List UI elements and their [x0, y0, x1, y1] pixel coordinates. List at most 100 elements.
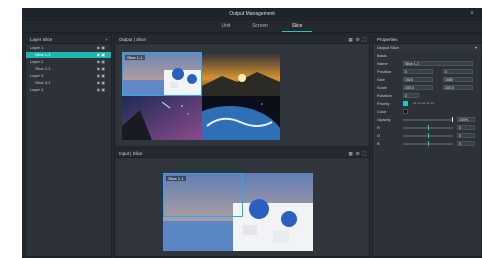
earth-image[interactable]	[202, 96, 280, 140]
position-row: Position 0 0	[373, 68, 481, 75]
output-slice-panel: Output | Slice ▦ ⚙ ⛶ Slice 1-1	[114, 34, 370, 147]
layer-label: Layer 2	[30, 59, 44, 64]
r-slider-knob[interactable]	[428, 125, 429, 130]
b-slider-knob[interactable]	[428, 141, 429, 146]
position-y-field[interactable]: 0	[443, 69, 473, 74]
layer-item[interactable]: Layer 1 ◉ ▣	[26, 45, 111, 51]
eye-icon[interactable]: ◉ ▣	[97, 80, 105, 86]
name-row: Name Slice 1-1	[373, 60, 481, 67]
opacity-row: Opacity 100%	[373, 116, 481, 123]
eye-icon[interactable]: ◉ ▣	[97, 59, 105, 65]
settings-icon[interactable]: ⚙	[356, 151, 360, 156]
opacity-slider-knob[interactable]	[452, 117, 453, 122]
slice-item[interactable]: Slice 2-1 ◉ ▣	[26, 66, 111, 72]
eye-icon[interactable]: ◉ ▣	[97, 66, 105, 72]
close-icon[interactable]: ×	[469, 11, 475, 17]
output-canvas[interactable]: Slice 1-1	[116, 44, 368, 146]
properties-title: Properties	[377, 36, 398, 42]
g-row: G 0	[373, 132, 481, 139]
color-row: Color	[373, 108, 481, 115]
scale-b-field[interactable]: 100.0	[443, 85, 473, 90]
slice-item-selected[interactable]: Slice 1-1 ◉ ▣	[26, 52, 111, 58]
output-panel-tools: ▦ ⚙ ⛶	[346, 37, 366, 43]
b-label: B	[377, 141, 380, 146]
layer-panel-header: Layer Slice +	[26, 35, 111, 44]
night-sky-image[interactable]	[122, 96, 202, 140]
scale-a-field[interactable]: 100.0	[403, 85, 433, 90]
properties-panel: Properties Output Slice ▾ Basic Name Sli…	[372, 34, 482, 257]
b-field[interactable]: 0	[457, 141, 475, 146]
tab-screen[interactable]: Screen	[249, 23, 271, 31]
position-label: Position	[377, 69, 392, 74]
eye-icon[interactable]: ◉ ▣	[97, 45, 105, 51]
eye-icon[interactable]: ◉ ▣	[97, 52, 105, 58]
input-panel-title: Input | Slice	[119, 150, 143, 156]
layer-label: Layer 1	[30, 45, 44, 50]
output-slice-section[interactable]: Output Slice ▾	[373, 44, 481, 51]
name-label: Name	[377, 61, 388, 66]
layer-item[interactable]: Layer 2 ◉ ▣	[26, 59, 111, 65]
opacity-field[interactable]: 100%	[457, 117, 475, 122]
opacity-label: Opacity	[377, 117, 391, 122]
b-row: B 0	[373, 140, 481, 147]
color-swatch[interactable]	[403, 109, 408, 114]
grid-icon[interactable]: ▦	[349, 37, 353, 42]
section-label: Output Slice	[377, 45, 399, 50]
add-icon[interactable]: +	[105, 37, 108, 42]
layer-panel-title: Layer Slice	[30, 36, 53, 42]
r-row: R 0	[373, 124, 481, 131]
properties-header: Properties	[373, 35, 481, 44]
layer-item[interactable]: Layer 4 ◉ ▣	[26, 87, 111, 93]
slice-tag: Slice 1-1	[125, 55, 145, 60]
slice-label: Slice 2-1	[35, 66, 51, 71]
input-panel-header: Input | Slice ▦ ⚙ ⛶	[115, 149, 369, 158]
output-panel-header: Output | Slice ▦ ⚙ ⛶	[115, 35, 369, 44]
r-field[interactable]: 0	[457, 125, 475, 130]
priority-toggle[interactable]	[403, 101, 408, 106]
output-management-window: Output Management × Unit Screen Slice La…	[22, 8, 482, 258]
window-title: Output Management	[229, 11, 275, 17]
layer-label: Layer 4	[30, 87, 44, 92]
r-label: R	[377, 125, 380, 130]
slice-label: Slice 3-1	[35, 80, 51, 85]
grid-icon[interactable]: ▦	[349, 151, 353, 156]
color-label: Color	[377, 109, 387, 114]
input-selection-outline[interactable]: Slice 1-1	[163, 173, 243, 217]
priority-options[interactable]: ▭ ▭ ▭ ▭ ▭	[413, 100, 434, 107]
rotation-field[interactable]: 0	[403, 93, 419, 98]
size-w-field[interactable]: 1920	[403, 77, 433, 82]
name-field[interactable]: Slice 1-1	[403, 61, 473, 66]
priority-label: Priority	[377, 101, 390, 106]
layer-item[interactable]: Layer 3 ◉ ▣	[26, 73, 111, 79]
collapse-icon[interactable]: ▾	[475, 44, 477, 51]
g-field[interactable]: 0	[457, 133, 475, 138]
basic-row: Basic	[373, 52, 481, 59]
sunset-image[interactable]	[202, 52, 280, 96]
input-panel-tools: ▦ ⚙ ⛶	[346, 151, 366, 157]
basic-label: Basic	[377, 53, 387, 58]
size-label: Size	[377, 77, 385, 82]
g-label: G	[377, 133, 381, 138]
selected-slice-outline[interactable]: Slice 1-1	[122, 52, 202, 96]
tab-slice[interactable]: Slice	[282, 23, 312, 32]
layer-panel-tools: +	[102, 37, 108, 42]
eye-icon[interactable]: ◉ ▣	[97, 87, 105, 93]
rotation-row: Rotation 0	[373, 92, 481, 99]
fit-icon[interactable]: ⛶	[363, 151, 366, 156]
layer-slice-panel: Layer Slice + Layer 1 ◉ ▣ Slice 1-1 ◉ ▣ …	[25, 34, 112, 257]
settings-icon[interactable]: ⚙	[356, 37, 360, 42]
slice-tag: Slice 1-1	[166, 176, 186, 181]
fit-icon[interactable]: ⛶	[363, 37, 366, 42]
size-row: Size 1920 1080	[373, 76, 481, 83]
tab-unit[interactable]: Unit	[217, 23, 235, 31]
priority-row: Priority ▭ ▭ ▭ ▭ ▭	[373, 100, 481, 107]
scale-label: Scale	[377, 85, 388, 90]
input-canvas[interactable]: Slice 1-1	[116, 158, 368, 256]
g-slider-knob[interactable]	[428, 133, 429, 138]
size-h-field[interactable]: 1080	[443, 77, 473, 82]
opacity-slider[interactable]	[403, 119, 453, 121]
tab-bar: Unit Screen Slice	[23, 21, 481, 33]
position-x-field[interactable]: 0	[403, 69, 433, 74]
eye-icon[interactable]: ◉ ▣	[97, 73, 105, 79]
slice-item[interactable]: Slice 3-1 ◉ ▣	[26, 80, 111, 86]
